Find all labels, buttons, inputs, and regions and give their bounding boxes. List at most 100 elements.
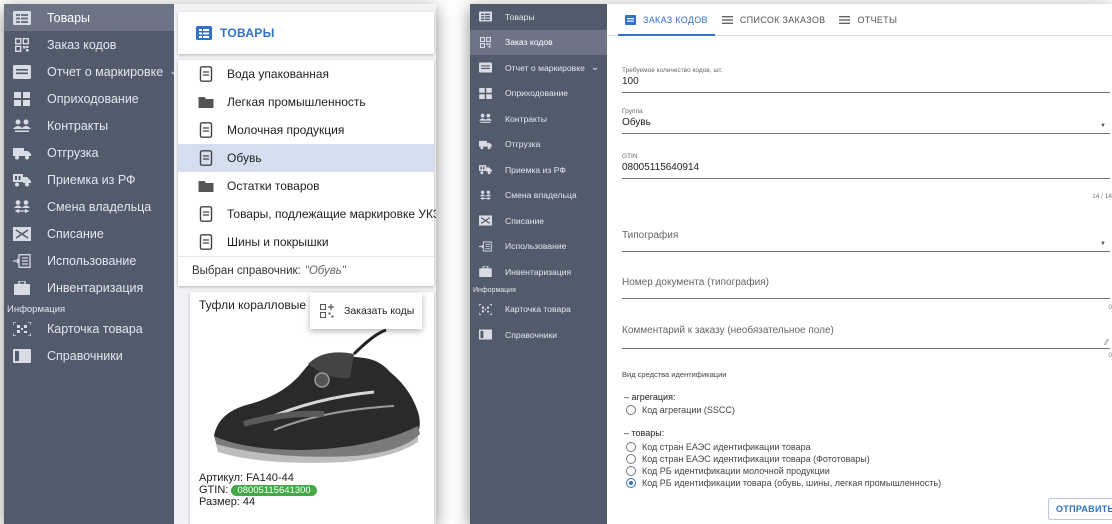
submit-button[interactable]: ОТПРАВИТЬ	[1048, 498, 1112, 520]
chevron-down-icon[interactable]: ⌄	[169, 66, 177, 77]
directory-item[interactable]: Товары, подлежащие маркировке УКЗ	[178, 200, 436, 228]
sidebar: Товары Заказ кодов Отчет о маркировке ⌄ Опри…	[470, 4, 607, 524]
comment-field[interactable]: Комментарий к заказу (необязательное пол…	[622, 325, 1110, 349]
sidebar-item[interactable]: Товары	[470, 4, 607, 30]
radio-option[interactable]: Код РБ идентификации товара (обувь, шины…	[626, 478, 941, 488]
file-icon	[198, 122, 214, 138]
radio-label: Код РБ идентификации молочной продукции	[642, 466, 830, 476]
directory-item[interactable]: Вода упакованная	[178, 60, 434, 88]
sidebar-item[interactable]: Справочники	[4, 342, 174, 369]
sidebar-item[interactable]: Контракты	[4, 112, 174, 139]
document-number-counter: 0	[1108, 304, 1112, 311]
directory-item[interactable]: Шины и покрышки	[178, 228, 434, 256]
sidebar-item[interactable]: Карточка товара	[470, 297, 607, 323]
sidebar-item-label: Контракты	[505, 113, 547, 124]
sidebar-item[interactable]: Инвентаризация	[470, 259, 607, 285]
selected-directory-status: Выбран справочник: "Обувь"	[178, 256, 434, 284]
sidebar-item[interactable]: Приемка из РФ	[4, 166, 174, 193]
qr-code-icon	[13, 37, 31, 52]
report-icon	[13, 64, 31, 79]
radio-option[interactable]: Код стран ЕАЭС идентификации товара	[626, 442, 811, 452]
directory-item[interactable]: Остатки товаров	[178, 172, 434, 200]
delivery-truck-icon	[479, 164, 492, 175]
file-icon	[198, 206, 214, 222]
sidebar-item[interactable]: Использование	[470, 234, 607, 260]
sidebar-item[interactable]: Отчет о маркировке ⌄	[470, 55, 607, 81]
radio-label: Код РБ идентификации товара (обувь, шины…	[642, 478, 942, 488]
usage-icon	[13, 253, 31, 268]
truck-icon	[13, 146, 31, 160]
radio-option[interactable]: Код стран ЕАЭС идентификации товара (Фот…	[626, 454, 870, 464]
report-icon	[479, 62, 492, 73]
printer-select[interactable]: Типография ▼	[622, 230, 1110, 252]
chevron-down-icon[interactable]: ⌄	[591, 62, 599, 73]
folder-icon	[198, 94, 214, 110]
catalog-icon	[13, 10, 31, 25]
catalog-screen: Товары Заказ кодов Отчет о маркировке ⌄ Опри…	[4, 4, 436, 524]
product-card-icon	[479, 303, 492, 315]
directory-item[interactable]: Молочная продукция	[178, 116, 434, 144]
quantity-field[interactable]: Требуемое количество кодов, шт. 100	[622, 67, 1110, 93]
sidebar-item-label: Карточка товара	[47, 321, 143, 336]
sidebar-item-label: Приемка из РФ	[47, 172, 136, 187]
sidebar-item[interactable]: Смена владельца	[470, 183, 607, 209]
document-number-field[interactable]: Номер документа (типография)	[622, 277, 1110, 299]
sidebar-item[interactable]: Приемка из РФ	[470, 157, 607, 183]
sidebar-item-label: Отчет о маркировке	[505, 62, 585, 73]
sidebar-item[interactable]: Отчет о маркировке ⌄	[4, 58, 178, 85]
tab[interactable]: ЗАКАЗ КОДОВ	[618, 4, 715, 36]
product-article: Артикул: FA140-44	[199, 472, 294, 484]
code-order-screen: Товары Заказ кодов Отчет о маркировке ⌄ Опри…	[470, 4, 1112, 524]
tab[interactable]: СПИСОК ЗАКАЗОВ	[715, 4, 833, 35]
sidebar-item[interactable]: Товары	[4, 4, 174, 31]
tab-label: СПИСОК ЗАКАЗОВ	[739, 14, 826, 25]
receive-goods-icon	[13, 91, 31, 106]
sidebar-item[interactable]: Отгрузка	[470, 132, 607, 158]
receive-goods-icon	[479, 87, 492, 99]
radio-option[interactable]: Код РБ идентификации молочной продукции	[626, 466, 830, 476]
sidebar-item-label: Списание	[505, 215, 545, 226]
catalog-icon	[479, 11, 492, 22]
gtin-char-counter: 14 / 14	[1092, 193, 1112, 200]
sidebar-item[interactable]: Смена владельца	[4, 193, 174, 220]
catalog-icon	[196, 26, 212, 40]
inventory-icon	[13, 280, 31, 295]
sidebar-item[interactable]: Списание	[470, 208, 607, 234]
write-off-icon	[13, 226, 31, 241]
sidebar-item[interactable]: Использование	[4, 247, 174, 274]
resize-handle-icon[interactable]: ⁄⁄	[1105, 338, 1108, 347]
sidebar-item[interactable]: Списание	[4, 220, 174, 247]
directory-item[interactable]: Легкая промышленность	[178, 88, 434, 116]
file-icon	[198, 66, 214, 82]
qr-code-icon	[479, 36, 492, 48]
sidebar-item[interactable]: Справочники	[470, 322, 607, 348]
sidebar-item[interactable]: Отгрузка	[4, 139, 174, 166]
sidebar-item[interactable]: Оприходование	[470, 81, 607, 107]
directory-item[interactable]: Обувь	[178, 144, 434, 172]
list-icon	[721, 15, 733, 25]
product-info: Артикул: FA140-44 GTIN: 08005115641300 Р…	[199, 472, 317, 508]
dropdown-arrow-icon: ▼	[1100, 241, 1106, 247]
sidebar-item[interactable]: Заказ кодов	[470, 29, 607, 55]
document-icon	[625, 14, 636, 25]
sidebar-item-label: Использование	[47, 253, 137, 268]
sidebar-item[interactable]: Заказ кодов	[4, 31, 174, 58]
radio-option[interactable]: Код агрегации (SSCC)	[626, 405, 735, 415]
inventory-icon	[479, 266, 492, 278]
tab[interactable]: ОТЧЕТЫ	[832, 4, 904, 35]
id-type-title: Вид средства идентификации	[622, 370, 727, 379]
sidebar-item[interactable]: Оприходование	[4, 85, 174, 112]
sidebar-item[interactable]: Карточка товара	[4, 315, 174, 342]
sidebar-item-label: Отгрузка	[505, 139, 541, 150]
sidebar-item[interactable]: Инвентаризация	[4, 274, 174, 301]
sidebar-item-label: Инвентаризация	[47, 280, 144, 295]
order-codes-button[interactable]: Заказать коды	[310, 293, 422, 329]
comment-counter: 0	[1108, 352, 1112, 359]
directory-icon	[479, 329, 492, 340]
write-off-icon	[479, 215, 492, 226]
gtin-field[interactable]: GTIN 08005115640914	[622, 153, 1110, 179]
sidebar-item-label: Товары	[47, 10, 90, 25]
group-select[interactable]: Группа Обувь ▼	[622, 108, 1110, 134]
sidebar-item[interactable]: Контракты	[470, 106, 607, 132]
radio-unchecked-icon	[626, 405, 636, 415]
